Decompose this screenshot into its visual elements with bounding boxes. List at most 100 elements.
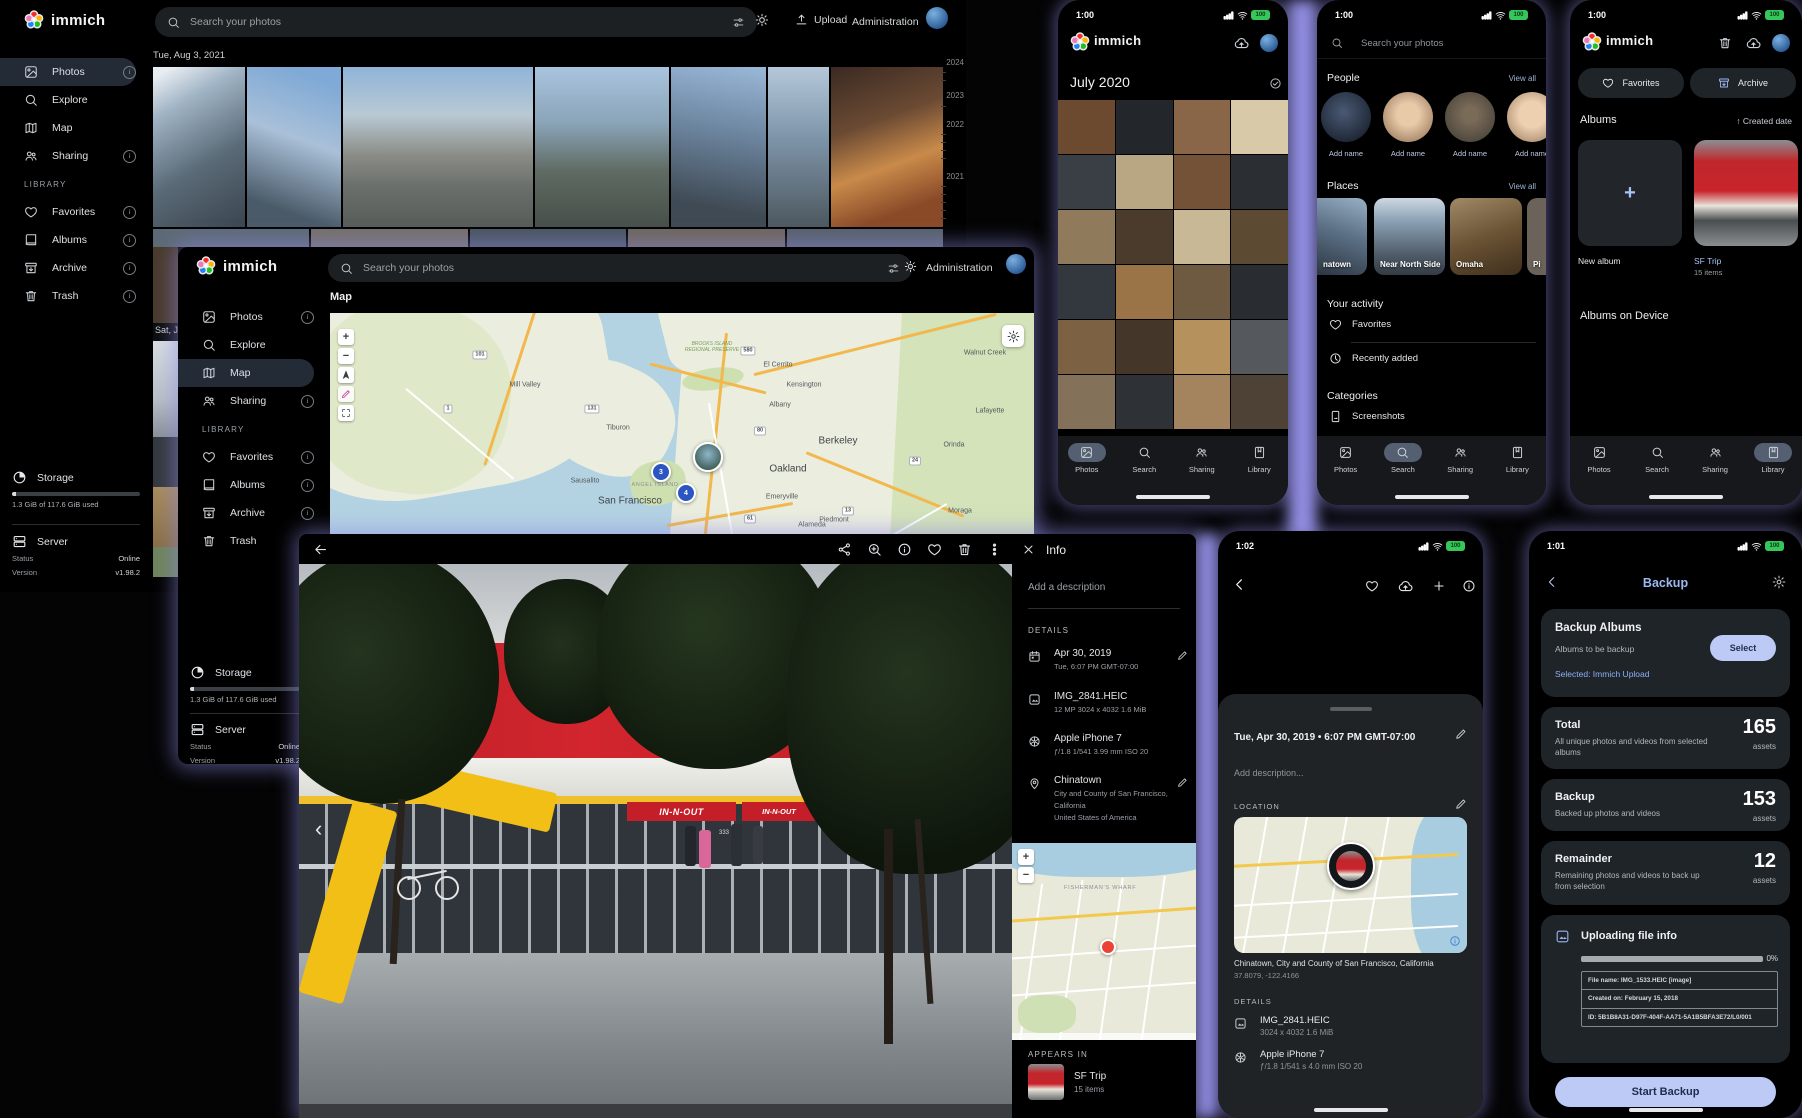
photo-tile[interactable] <box>153 341 178 437</box>
description-input[interactable]: Add description... <box>1234 768 1304 778</box>
nav-item-library[interactable]: Library <box>1489 443 1546 505</box>
photo-tile[interactable] <box>671 67 766 227</box>
album-row[interactable]: SF Trip 15 items <box>1028 1064 1188 1100</box>
home-indicator[interactable] <box>1629 1108 1703 1112</box>
photo-tile[interactable] <box>787 229 943 247</box>
map-settings-button[interactable] <box>1002 325 1024 347</box>
photo-tile[interactable] <box>1116 155 1173 209</box>
sidebar-item-photos[interactable]: Photosi <box>0 58 136 86</box>
photo-tile[interactable] <box>311 229 467 247</box>
start-backup-button[interactable]: Start Backup <box>1555 1077 1776 1107</box>
map-cluster-marker[interactable]: 4 <box>676 483 696 503</box>
search-filter-icon[interactable] <box>887 262 900 275</box>
nav-item-photos[interactable]: Photos <box>1058 443 1116 505</box>
place-tile[interactable]: Near North Side <box>1374 198 1445 275</box>
upload-button[interactable]: Upload <box>795 13 847 26</box>
photo-tile[interactable] <box>1174 100 1231 154</box>
photo-tile[interactable] <box>1116 100 1173 154</box>
sidebar-item-explore[interactable]: Explore <box>0 86 136 114</box>
previous-photo-chevron[interactable]: ‹ <box>315 816 322 842</box>
map-draw-button[interactable] <box>338 386 354 402</box>
person-face[interactable]: Add name <box>1507 92 1546 158</box>
home-indicator[interactable] <box>1136 495 1210 499</box>
sidebar-item-explore[interactable]: Explore <box>178 331 314 359</box>
activity-row-favorites[interactable]: Favorites <box>1329 318 1391 331</box>
photo-tile[interactable] <box>1231 375 1288 429</box>
info-icon[interactable]: i <box>301 395 314 408</box>
new-album-card[interactable]: + <box>1578 140 1682 246</box>
sidebar-item-trash[interactable]: Trashi <box>0 282 136 310</box>
edit-date-icon[interactable] <box>1455 728 1467 740</box>
info-icon[interactable]: i <box>123 290 136 303</box>
info-icon[interactable] <box>897 542 912 557</box>
favorite-icon[interactable] <box>1365 579 1379 593</box>
photo-tile[interactable] <box>1058 100 1115 154</box>
sidebar-item-photos[interactable]: Photosi <box>178 303 314 331</box>
photo-tile[interactable] <box>153 247 178 323</box>
mini-map-zoom-out[interactable]: − <box>1018 867 1034 883</box>
photo-tile[interactable] <box>535 67 669 227</box>
map-fullscreen-button[interactable] <box>338 405 354 421</box>
photo-tile[interactable] <box>768 67 829 227</box>
photo-tile[interactable] <box>1116 265 1173 319</box>
select-button[interactable]: Select <box>1710 635 1776 661</box>
home-indicator[interactable] <box>1395 495 1469 499</box>
sidebar-item-archive[interactable]: Archivei <box>178 499 314 527</box>
info-icon[interactable]: i <box>301 507 314 520</box>
photo-tile[interactable] <box>1174 375 1231 429</box>
albums-sort-button[interactable]: ↑ Created date <box>1736 116 1792 126</box>
category-row-screenshots[interactable]: Screenshots <box>1329 410 1405 423</box>
person-face[interactable]: Add name <box>1445 92 1495 158</box>
sidebar-item-map[interactable]: Map <box>0 114 136 142</box>
trash-icon[interactable] <box>1718 36 1732 50</box>
theme-toggle-icon[interactable] <box>755 13 769 27</box>
photo-tile[interactable] <box>153 67 245 227</box>
photo-tile[interactable] <box>628 229 784 247</box>
photo-tile[interactable] <box>1058 320 1115 374</box>
place-tile[interactable]: Pi <box>1527 198 1546 275</box>
photo-tile[interactable] <box>1231 320 1288 374</box>
more-options-icon[interactable] <box>987 542 1002 557</box>
home-indicator[interactable] <box>1649 495 1723 499</box>
photo-tile[interactable] <box>1231 100 1288 154</box>
search-input[interactable]: Search your photos <box>328 254 912 282</box>
photo-tile[interactable] <box>153 547 178 577</box>
info-icon[interactable]: i <box>123 150 136 163</box>
photo-tile[interactable] <box>1058 265 1115 319</box>
immich-logo[interactable]: immich <box>24 10 105 30</box>
photo-tile[interactable] <box>1231 155 1288 209</box>
share-icon[interactable] <box>837 542 852 557</box>
photo-tile[interactable] <box>1231 265 1288 319</box>
photo-tile[interactable] <box>1058 210 1115 264</box>
sidebar-item-archive[interactable]: Archivei <box>0 254 136 282</box>
theme-toggle-icon[interactable] <box>904 260 917 273</box>
photo-tile[interactable] <box>343 67 533 227</box>
info-icon[interactable] <box>1462 579 1476 593</box>
nav-item-photos[interactable]: Photos <box>1317 443 1374 505</box>
info-icon[interactable]: i <box>301 479 314 492</box>
search-input[interactable]: Search your photos <box>1317 28 1546 59</box>
home-indicator[interactable] <box>1314 1108 1388 1112</box>
map-zoom-in-button[interactable]: + <box>338 329 354 345</box>
info-icon[interactable]: i <box>301 451 314 464</box>
nav-item-photos[interactable]: Photos <box>1570 443 1628 505</box>
favorite-icon[interactable] <box>927 542 942 557</box>
photo-tile[interactable] <box>153 229 309 247</box>
archive-chip[interactable]: Archive <box>1690 68 1796 98</box>
description-input[interactable]: Add a description <box>1028 582 1105 593</box>
info-icon[interactable]: i <box>123 66 136 79</box>
backup-cloud-icon[interactable] <box>1234 36 1249 51</box>
map-attribution-info-icon[interactable] <box>1449 935 1461 947</box>
edit-location-icon[interactable] <box>1455 798 1467 810</box>
map-zoom-out-button[interactable]: − <box>338 348 354 364</box>
select-all-icon[interactable] <box>1269 77 1282 90</box>
photo-tile[interactable] <box>1174 320 1231 374</box>
user-avatar[interactable] <box>1006 254 1026 274</box>
location-map[interactable] <box>1234 817 1467 953</box>
sheet-drag-handle[interactable] <box>1330 707 1372 711</box>
info-icon[interactable]: i <box>301 311 314 324</box>
user-avatar[interactable] <box>926 7 948 29</box>
edit-location-icon[interactable] <box>1177 777 1188 788</box>
photo-tile[interactable] <box>470 229 626 247</box>
photo-tile[interactable] <box>1116 375 1173 429</box>
